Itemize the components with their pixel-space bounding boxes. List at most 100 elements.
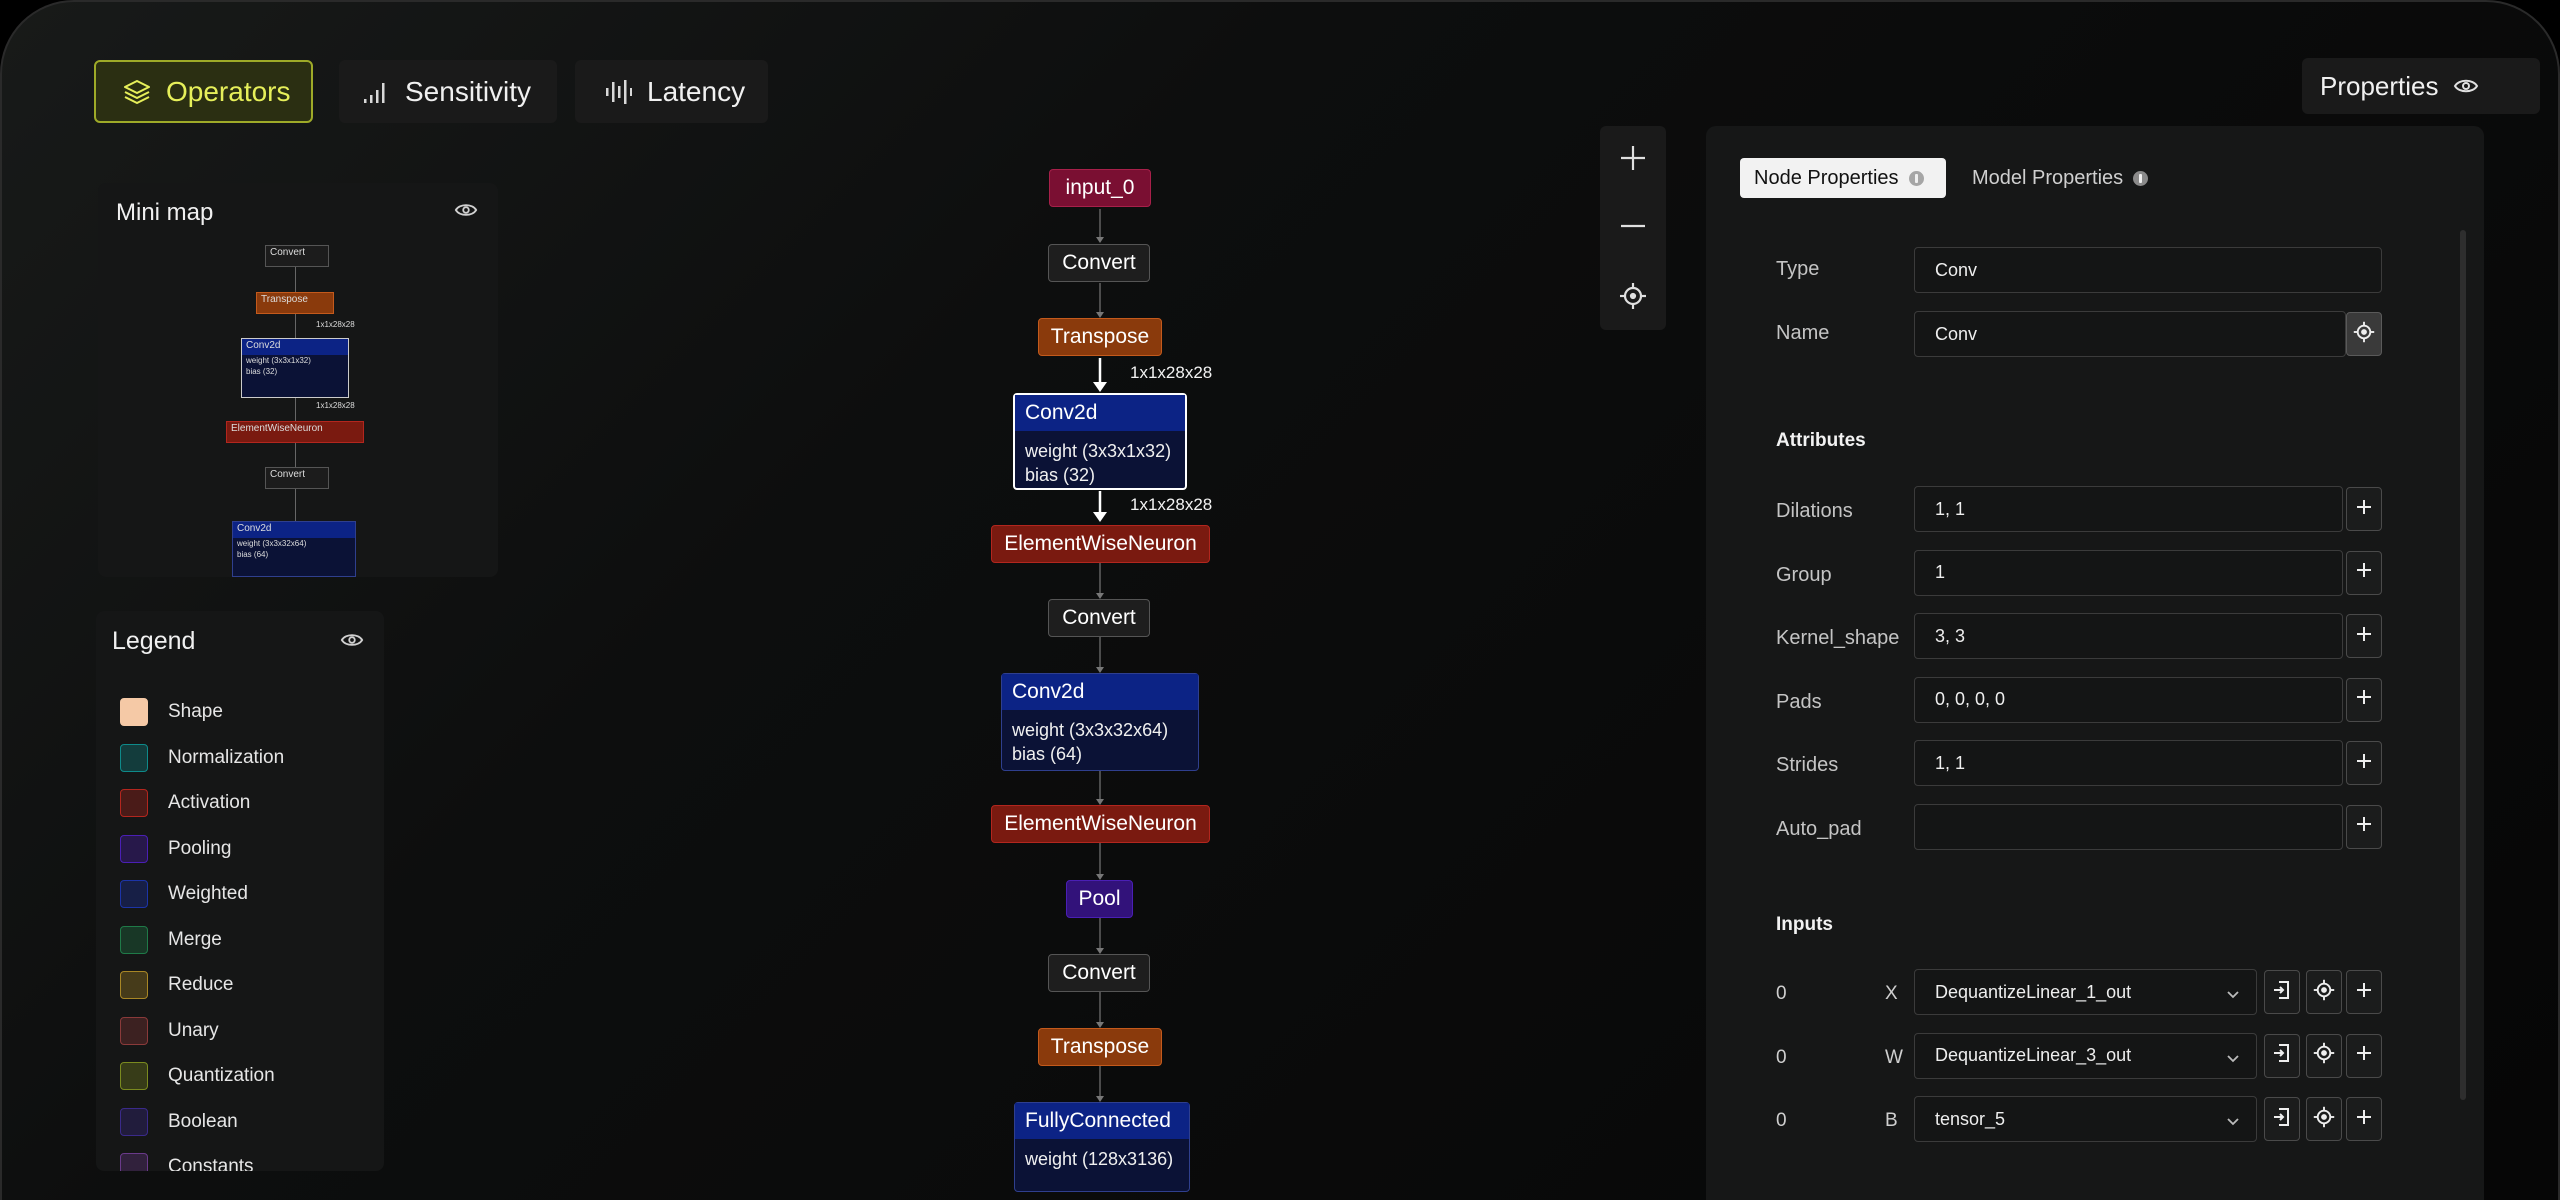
attribute-value-field[interactable]: 0, 0, 0, 0 — [1914, 676, 2343, 723]
legend-label: Reduce — [168, 974, 234, 995]
legend-label: Boolean — [168, 1110, 238, 1132]
goto-input-button[interactable] — [2264, 1033, 2300, 1078]
graph-node-convert[interactable]: Convert — [1048, 954, 1150, 992]
legend-swatch — [120, 971, 148, 999]
tab-operators[interactable]: Operators — [94, 60, 313, 123]
legend-label: Weighted — [168, 883, 248, 904]
legend-item: Normalization — [120, 743, 285, 772]
locate-input-button[interactable] — [2306, 1033, 2342, 1078]
add-attribute-button[interactable] — [2346, 741, 2382, 785]
locate-input-button[interactable] — [2306, 970, 2342, 1014]
plus-icon — [2355, 981, 2373, 1004]
plus-icon — [2355, 625, 2373, 648]
add-attribute-button[interactable] — [2346, 677, 2382, 722]
crosshair-icon — [2313, 1042, 2335, 1069]
graph-node-convert[interactable]: Convert — [1048, 244, 1150, 282]
fit-view-button[interactable] — [1600, 268, 1666, 328]
eye-icon — [2453, 77, 2479, 95]
enter-icon — [2272, 1106, 2292, 1133]
graph-node-fullyconnected[interactable]: FullyConnected weight (128x3136) — [1014, 1102, 1190, 1192]
input-source-value: DequantizeLinear_1_out — [1935, 981, 2132, 1002]
properties-toggle-button[interactable]: Properties — [2302, 58, 2540, 114]
input-name: X — [1885, 983, 1898, 1004]
locate-input-button[interactable] — [2306, 1097, 2342, 1141]
tab-model-properties[interactable]: Model Properties — [1972, 158, 2149, 198]
input-index: 0 — [1776, 983, 1787, 1004]
signal-bars-icon — [361, 77, 391, 107]
type-field[interactable]: Conv — [1914, 247, 2382, 293]
graph-node-transpose[interactable]: Transpose — [1038, 318, 1162, 356]
add-attribute-button[interactable] — [2346, 550, 2382, 595]
legend-item: Quantization — [120, 1062, 275, 1090]
graph-node-input[interactable]: input_0 — [1049, 169, 1151, 207]
plus-icon — [2355, 688, 2373, 711]
add-input-button[interactable] — [2346, 1033, 2382, 1078]
graph-node-transpose[interactable]: Transpose — [1038, 1028, 1162, 1066]
attribute-value-field[interactable] — [1914, 803, 2343, 850]
locate-node-button[interactable] — [2346, 312, 2382, 356]
graph-node-conv2d[interactable]: Conv2d weight (3x3x32x64) bias (64) — [1001, 673, 1199, 771]
graph-node-weight: weight (3x3x1x32) — [1025, 441, 1172, 461]
edge-shape-label: 1x1x28x28 — [1130, 495, 1213, 514]
graph-node-elementwiseneuron[interactable]: ElementWiseNeuron — [991, 525, 1210, 563]
add-attribute-button[interactable] — [2346, 614, 2382, 658]
attribute-label: Dilations — [1776, 500, 1853, 522]
minimap-node: Convert — [265, 245, 329, 267]
chevron-down-icon — [2226, 984, 2240, 1005]
legend-swatch — [120, 1153, 148, 1171]
tab-latency[interactable]: Latency — [575, 60, 768, 123]
legend-panel: Legend Shape Normalization Activation Pooli… — [96, 611, 384, 1171]
chevron-down-icon — [2226, 1048, 2240, 1069]
attribute-value-field[interactable]: 1, 1 — [1914, 486, 2343, 532]
legend-item: Shape — [120, 698, 223, 726]
zoom-controls — [1600, 126, 1666, 330]
attribute-value-field[interactable]: 1, 1 — [1914, 740, 2343, 786]
minimap-panel[interactable]: Mini map Convert Transpose 1x1x28x28 Con… — [98, 183, 498, 577]
input-index: 0 — [1776, 1046, 1787, 1068]
goto-input-button[interactable] — [2264, 970, 2300, 1014]
add-input-button[interactable] — [2346, 970, 2382, 1014]
graph-node-conv2d-selected[interactable]: Conv2d weight (3x3x1x32) bias (32) — [1013, 393, 1187, 490]
goto-input-button[interactable] — [2264, 1097, 2300, 1141]
eye-icon[interactable] — [340, 631, 364, 654]
waveform-icon — [603, 77, 633, 107]
tab-node-properties[interactable]: Node Properties — [1740, 158, 1946, 198]
input-source-select[interactable]: DequantizeLinear_3_out — [1914, 1032, 2257, 1079]
zoom-out-button[interactable] — [1600, 198, 1666, 258]
attribute-value-field[interactable]: 3, 3 — [1914, 613, 2343, 659]
legend-swatch — [120, 698, 148, 726]
crosshair-icon — [2313, 979, 2335, 1006]
name-field[interactable]: Conv — [1914, 311, 2346, 357]
input-source-select[interactable]: tensor_5 — [1914, 1096, 2257, 1142]
add-input-button[interactable] — [2346, 1097, 2382, 1141]
graph-node-pool[interactable]: Pool — [1066, 880, 1133, 918]
minimap-node: ElementWiseNeuron — [226, 421, 364, 443]
crosshair-icon — [2313, 1106, 2335, 1133]
graph-node-elementwiseneuron[interactable]: ElementWiseNeuron — [991, 805, 1210, 843]
add-attribute-button[interactable] — [2346, 487, 2382, 531]
tab-latency-label: Latency — [647, 75, 746, 107]
zoom-in-button[interactable] — [1600, 130, 1666, 190]
input-source-value: DequantizeLinear_3_out — [1935, 1045, 2132, 1065]
eye-icon[interactable] — [454, 201, 478, 224]
add-attribute-button[interactable] — [2346, 804, 2382, 849]
properties-panel: Node Properties Model Properties Type Co… — [1706, 126, 2484, 1200]
layers-icon — [122, 77, 152, 107]
legend-item: Activation — [120, 789, 250, 817]
legend-label: Quantization — [168, 1065, 275, 1086]
graph-node-convert[interactable]: Convert — [1048, 599, 1150, 637]
input-source-select[interactable]: DequantizeLinear_1_out — [1914, 969, 2257, 1015]
chevron-down-icon — [2226, 1111, 2240, 1132]
legend-label: Normalization — [168, 746, 285, 768]
tab-sensitivity-label: Sensitivity — [405, 75, 532, 107]
input-name: B — [1885, 1110, 1898, 1131]
tab-sensitivity[interactable]: Sensitivity — [339, 60, 557, 123]
attribute-value-field[interactable]: 1 — [1914, 549, 2343, 596]
plus-icon — [2355, 561, 2373, 584]
scrollbar[interactable] — [2460, 230, 2466, 1100]
legend-item: Weighted — [120, 880, 248, 908]
edge-shape-label: 1x1x28x28 — [1130, 363, 1213, 382]
legend-label: Activation — [168, 792, 251, 813]
legend-swatch — [120, 743, 148, 772]
input-index: 0 — [1776, 1110, 1787, 1131]
